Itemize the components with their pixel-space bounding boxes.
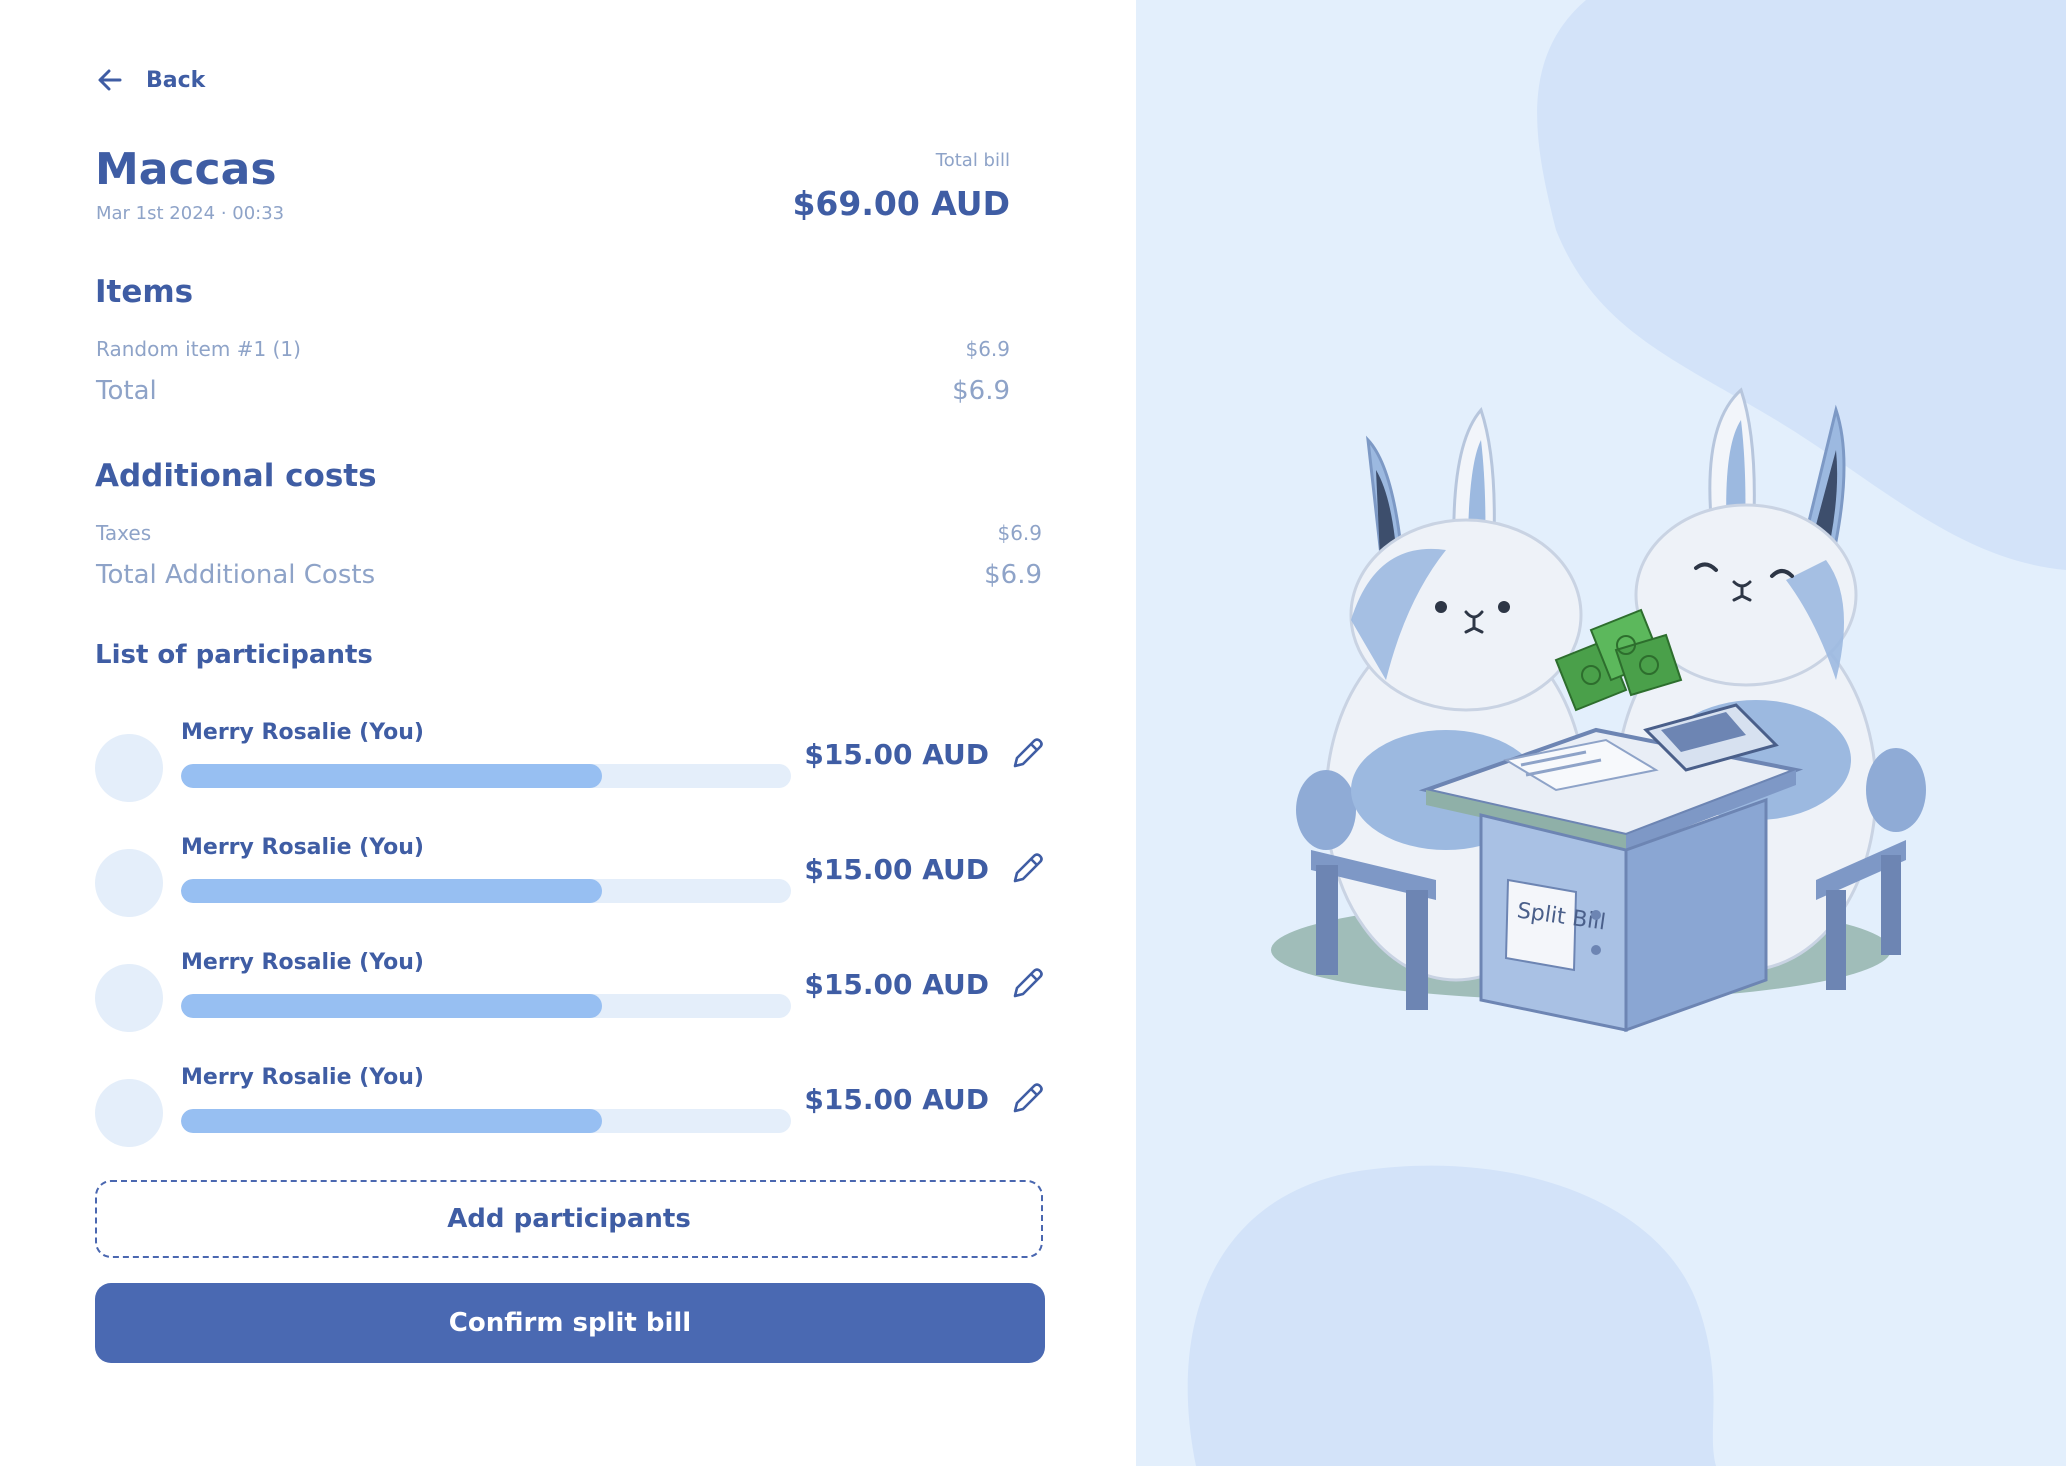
share-progress-fill <box>181 994 602 1018</box>
pencil-icon[interactable] <box>1009 736 1045 772</box>
items-total-row: Total $6.9 <box>96 376 1010 406</box>
pencil-icon[interactable] <box>1009 1081 1045 1117</box>
additional-total-label: Total Additional Costs <box>96 560 376 590</box>
avatar <box>95 964 163 1032</box>
additional-cost-value: $6.9 <box>997 521 1042 545</box>
items-heading: Items <box>95 274 194 310</box>
bill-date: Mar 1st 2024 · 00:33 <box>96 203 285 224</box>
additional-total-row: Total Additional Costs $6.9 <box>96 560 1042 590</box>
participant-name: Merry Rosalie (You) <box>181 1065 424 1090</box>
participant-amount: $15.00 AUD <box>804 968 989 1001</box>
total-bill-value: $69.00 AUD <box>792 184 1010 223</box>
participant-amount: $15.00 AUD <box>804 853 989 886</box>
share-progress-fill <box>181 1109 602 1133</box>
bill-detail-panel: Back Maccas Mar 1st 2024 · 00:33 Total b… <box>0 0 1136 1466</box>
participant-row: Merry Rosalie (You) $15.00 AUD <box>95 835 1045 925</box>
participant-name: Merry Rosalie (You) <box>181 950 424 975</box>
items-total-value: $6.9 <box>952 376 1010 406</box>
share-progress-fill <box>181 879 602 903</box>
confirm-split-bill-button[interactable]: Confirm split bill <box>95 1283 1045 1363</box>
bill-title: Maccas <box>95 144 277 195</box>
participant-row: Merry Rosalie (You) $15.00 AUD <box>95 720 1045 810</box>
share-progress-fill <box>181 764 602 788</box>
share-progress-bar <box>181 879 791 903</box>
additional-cost-row: Taxes $6.9 <box>96 521 1042 545</box>
total-bill-label: Total bill <box>935 150 1010 171</box>
arrow-left-icon <box>98 69 122 91</box>
participant-name: Merry Rosalie (You) <box>181 720 424 745</box>
pencil-icon[interactable] <box>1009 966 1045 1002</box>
share-progress-bar <box>181 994 791 1018</box>
additional-costs-heading: Additional costs <box>95 458 377 494</box>
participants-heading: List of participants <box>95 640 373 670</box>
additional-total-value: $6.9 <box>984 560 1042 590</box>
back-label: Back <box>146 67 206 93</box>
rabbits-split-bill-illustration: Split Bill <box>1187 0 2066 1466</box>
share-progress-bar <box>181 1109 791 1133</box>
item-row: Random item #1 (1) $6.9 <box>96 337 1010 361</box>
items-total-label: Total <box>96 376 157 406</box>
participant-row: Merry Rosalie (You) $15.00 AUD <box>95 1065 1045 1155</box>
add-participants-button[interactable]: Add participants <box>95 1180 1043 1258</box>
participant-amount: $15.00 AUD <box>804 738 989 771</box>
participant-name: Merry Rosalie (You) <box>181 835 424 860</box>
avatar <box>95 849 163 917</box>
pencil-icon[interactable] <box>1009 851 1045 887</box>
share-progress-bar <box>181 764 791 788</box>
item-label: Random item #1 (1) <box>96 337 301 361</box>
additional-cost-label: Taxes <box>96 521 152 545</box>
participant-row: Merry Rosalie (You) $15.00 AUD <box>95 950 1045 1040</box>
item-value: $6.9 <box>965 337 1010 361</box>
avatar <box>95 1079 163 1147</box>
avatar <box>95 734 163 802</box>
illustration-panel: Split Bill <box>1136 0 2066 1466</box>
back-button[interactable]: Back <box>96 66 205 94</box>
participant-amount: $15.00 AUD <box>804 1083 989 1116</box>
